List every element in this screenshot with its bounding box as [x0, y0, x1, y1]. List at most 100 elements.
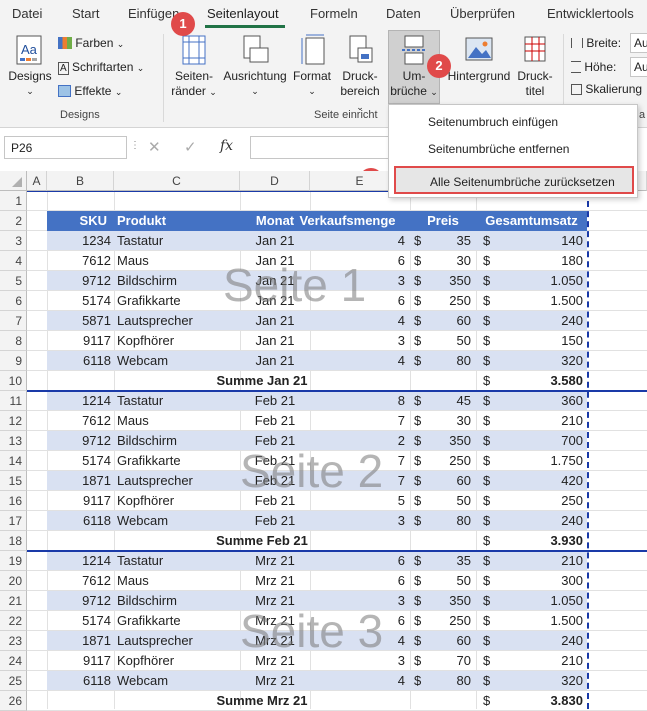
cell-preis[interactable]: 70 — [420, 651, 471, 671]
column-header-d[interactable]: D — [240, 171, 310, 191]
cell-produkt[interactable]: Maus — [117, 251, 237, 271]
cell-produkt[interactable]: Tastatur — [117, 551, 237, 571]
row-header[interactable]: 4 — [0, 251, 27, 271]
tab-datei[interactable]: Datei — [12, 6, 42, 21]
cell-preis[interactable]: 250 — [420, 451, 471, 471]
cell-gesamtumsatz[interactable]: 320 — [490, 671, 583, 691]
cell-verkaufsmenge[interactable]: 4 — [310, 231, 405, 251]
cell-sku[interactable]: 1871 — [47, 631, 111, 651]
row-header[interactable]: 19 — [0, 551, 27, 571]
cell-produkt[interactable]: Kopfhörer — [117, 491, 237, 511]
cell-verkaufsmenge[interactable]: 3 — [310, 591, 405, 611]
cell-produkt[interactable]: Webcam — [117, 671, 237, 691]
cell-gesamtumsatz[interactable]: 210 — [490, 551, 583, 571]
cell-gesamtumsatz[interactable]: 210 — [490, 651, 583, 671]
cell-preis[interactable]: 80 — [420, 671, 471, 691]
cell-preis[interactable]: 60 — [420, 471, 471, 491]
row-header[interactable]: 6 — [0, 291, 27, 311]
cell-monat[interactable]: Feb 21 — [240, 491, 310, 511]
cell-sku[interactable]: 1214 — [47, 391, 111, 411]
cell-verkaufsmenge[interactable]: 4 — [310, 631, 405, 651]
farben-button[interactable]: Farben ⌄ — [58, 36, 124, 50]
cell-gesamtumsatz[interactable]: 140 — [490, 231, 583, 251]
row-header[interactable]: 9 — [0, 351, 27, 371]
effekte-button[interactable]: Effekte ⌄ — [58, 84, 122, 98]
insert-function-icon[interactable]: fx — [220, 138, 233, 154]
cell-produkt[interactable]: Kopfhörer — [117, 651, 237, 671]
cell-sku[interactable]: 1214 — [47, 551, 111, 571]
tab-formeln[interactable]: Formeln — [310, 6, 358, 21]
cell-sku[interactable]: 9117 — [47, 331, 111, 351]
breite-control[interactable]: Breite: — [571, 36, 621, 50]
cell-gesamtumsatz[interactable]: 320 — [490, 351, 583, 371]
cell-gesamtumsatz[interactable]: 1.500 — [490, 611, 583, 631]
cell-gesamtumsatz[interactable]: 1.750 — [490, 451, 583, 471]
cell-sku[interactable]: 6118 — [47, 351, 111, 371]
cell-verkaufsmenge[interactable]: 8 — [310, 391, 405, 411]
cell-preis[interactable]: 80 — [420, 511, 471, 531]
cell-sku[interactable]: 6118 — [47, 671, 111, 691]
cell-produkt[interactable]: Bildschirm — [117, 271, 237, 291]
row-header[interactable]: 18 — [0, 531, 27, 551]
cell-monat[interactable]: Mrz 21 — [240, 611, 310, 631]
cell-preis[interactable]: 35 — [420, 551, 471, 571]
cell-sku[interactable]: 5871 — [47, 311, 111, 331]
row-header[interactable]: 12 — [0, 411, 27, 431]
cell-preis[interactable]: 30 — [420, 251, 471, 271]
cell-gesamtumsatz[interactable]: 240 — [490, 311, 583, 331]
designs-button[interactable]: Aa Designs ⌄ — [6, 34, 54, 99]
row-header[interactable]: 26 — [0, 691, 27, 711]
cell-gesamtumsatz[interactable]: 300 — [490, 571, 583, 591]
cell-verkaufsmenge[interactable]: 6 — [310, 571, 405, 591]
cell-verkaufsmenge[interactable]: 6 — [310, 551, 405, 571]
cell-preis[interactable]: 35 — [420, 231, 471, 251]
cell-preis[interactable]: 350 — [420, 271, 471, 291]
cell-preis[interactable]: 50 — [420, 571, 471, 591]
cell-sku[interactable]: 5174 — [47, 611, 111, 631]
cell-gesamtumsatz[interactable]: 240 — [490, 631, 583, 651]
druckbereich-button[interactable]: Druck- bereich ⌄ — [336, 34, 384, 115]
cell-monat[interactable]: Mrz 21 — [240, 551, 310, 571]
cell-monat[interactable]: Feb 21 — [240, 511, 310, 531]
cell-sku[interactable]: 7612 — [47, 251, 111, 271]
menu-item-seitenumbruch-einfuegen[interactable]: Seitenumbruch einfügen — [389, 109, 637, 135]
cell-sku[interactable]: 7612 — [47, 571, 111, 591]
tab-daten[interactable]: Daten — [386, 6, 421, 21]
cell-gesamtumsatz[interactable]: 250 — [490, 491, 583, 511]
cell-preis[interactable]: 50 — [420, 331, 471, 351]
cell-produkt[interactable]: Grafikkarte — [117, 611, 237, 631]
format-button[interactable]: Format ⌄ — [290, 34, 334, 99]
cell-produkt[interactable]: Webcam — [117, 351, 237, 371]
row-header[interactable]: 22 — [0, 611, 27, 631]
cell-gesamtumsatz[interactable]: 420 — [490, 471, 583, 491]
cell-verkaufsmenge[interactable]: 5 — [310, 491, 405, 511]
cell-sku[interactable]: 5174 — [47, 291, 111, 311]
cell-monat[interactable]: Feb 21 — [240, 411, 310, 431]
cell-monat[interactable]: Jan 21 — [240, 251, 310, 271]
row-header[interactable]: 24 — [0, 651, 27, 671]
row-header[interactable]: 7 — [0, 311, 27, 331]
row-header[interactable]: 13 — [0, 431, 27, 451]
cell-produkt[interactable]: Grafikkarte — [117, 291, 237, 311]
cell-sku[interactable]: 7612 — [47, 411, 111, 431]
cell-produkt[interactable]: Lautsprecher — [117, 471, 237, 491]
cell-gesamtumsatz[interactable]: 240 — [490, 511, 583, 531]
cell-preis[interactable]: 350 — [420, 591, 471, 611]
cell-sku[interactable]: 1234 — [47, 231, 111, 251]
row-header[interactable]: 15 — [0, 471, 27, 491]
cell-verkaufsmenge[interactable]: 4 — [310, 351, 405, 371]
cell-sku[interactable]: 9117 — [47, 651, 111, 671]
cell-sku[interactable]: 9712 — [47, 591, 111, 611]
cell-monat[interactable]: Jan 21 — [240, 351, 310, 371]
cell-monat[interactable]: Mrz 21 — [240, 571, 310, 591]
cell-gesamtumsatz[interactable]: 1.050 — [490, 271, 583, 291]
hoehe-control[interactable]: Höhe: — [571, 60, 616, 74]
cell-sku[interactable]: 9712 — [47, 271, 111, 291]
column-header-b[interactable]: B — [47, 171, 114, 191]
cell-verkaufsmenge[interactable]: 2 — [310, 431, 405, 451]
cell-gesamtumsatz[interactable]: 210 — [490, 411, 583, 431]
cell-monat[interactable]: Mrz 21 — [240, 631, 310, 651]
select-all-corner[interactable] — [0, 171, 27, 191]
seitenraender-button[interactable]: Seiten- ränder ⌄ — [168, 34, 220, 100]
cell-verkaufsmenge[interactable]: 7 — [310, 471, 405, 491]
